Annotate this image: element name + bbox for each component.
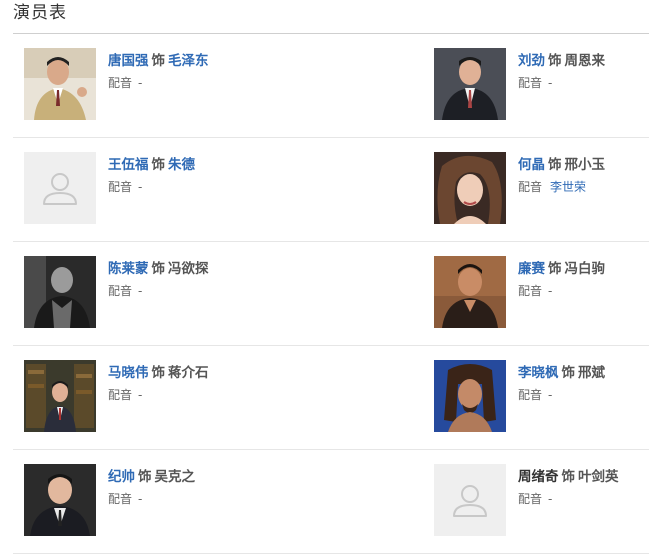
as-label: 饰 (151, 157, 166, 173)
role-name: 吴克之 (154, 469, 196, 485)
as-label: 饰 (548, 157, 562, 173)
actor-name-link[interactable]: 马晓伟 (108, 365, 149, 381)
actor-photo[interactable] (434, 48, 506, 120)
dubbing-actor-link[interactable]: 李世荣 (550, 180, 586, 194)
dubbing-value: - (548, 388, 553, 402)
dubbing-value: - (138, 492, 143, 506)
cast-card: 李晓枫饰邢斌 配音 - (434, 360, 649, 434)
actor-photo[interactable] (24, 464, 96, 536)
cast-grid: 唐国强饰毛泽东 配音 - 刘劲 饰 周恩来 配音 - 王伍福 饰 朱德 配音 -… (13, 34, 649, 554)
actor-name-link[interactable]: 陈莱蒙 (108, 261, 149, 277)
cast-info: 刘劲饰周恩来 配音 - (518, 51, 605, 91)
cast-info: 纪帅饰吴克之 配音 - (108, 467, 195, 507)
actor-name-link[interactable]: 唐国强 (108, 53, 149, 69)
role-name: 蒋介石 (168, 365, 209, 381)
role-name: 冯欲探 (168, 261, 209, 277)
as-label: 饰 (151, 365, 166, 381)
dubbing-value: - (548, 284, 553, 298)
cast-card: 刘劲饰周恩来 配音 - (434, 48, 649, 122)
dubbing-label: 配音 (108, 76, 133, 90)
role-name-link[interactable]: 毛泽东 (168, 53, 209, 69)
actor-name-link[interactable]: 刘劲 (518, 53, 545, 69)
actor-photo[interactable] (434, 256, 506, 328)
actor-name-link[interactable]: 纪帅 (108, 469, 135, 485)
cast-info: 何晶饰邢小玉 配音 李世荣 (518, 155, 605, 195)
actor-name-link[interactable]: 李晓枫 (518, 365, 559, 381)
dubbing-label: 配音 (518, 180, 543, 194)
cast-card: 王伍福饰朱德 配音 - (24, 152, 354, 226)
as-label: 饰 (138, 469, 152, 485)
role-name: 叶剑英 (578, 469, 619, 485)
actor-photo[interactable] (434, 152, 506, 224)
dubbing-label: 配音 (518, 388, 543, 402)
cast-info: 马晓伟饰蒋介石 配音 - (108, 363, 209, 403)
as-label: 饰 (151, 53, 166, 69)
actor-photo[interactable] (24, 256, 96, 328)
cast-card: 纪帅饰吴克之 配音 - (24, 464, 354, 538)
cast-info: 唐国强饰毛泽东 配音 - (108, 51, 209, 91)
cast-card: 廉赛饰冯白驹 配音 - (434, 256, 649, 330)
actor-photo[interactable] (24, 48, 96, 120)
dubbing-label: 配音 (108, 284, 133, 298)
cast-info: 周绪奇饰叶剑英 配音 - (518, 467, 619, 507)
dubbing-label: 配音 (108, 180, 133, 194)
cast-row: 王伍福饰朱德 配音 - 何晶 饰 邢小玉 配音 李世荣 (13, 138, 649, 242)
dubbing-value: - (138, 388, 143, 402)
cast-card: 周绪奇饰叶剑英 配音 - (434, 464, 649, 538)
cast-card: 何晶饰邢小玉 配音 李世荣 (434, 152, 649, 226)
person-placeholder-icon (434, 464, 506, 536)
dubbing-label: 配音 (108, 492, 133, 506)
cast-info: 王伍福饰朱德 配音 - (108, 155, 195, 195)
as-label: 饰 (548, 261, 562, 277)
cast-page: 演员表 唐国强 饰 毛泽东 配音 - 刘劲 饰 周恩来 配音 - 王伍福 饰 朱… (0, 0, 649, 555)
dubbing-label: 配音 (108, 388, 133, 402)
cast-info: 廉赛饰冯白驹 配音 - (518, 259, 605, 299)
as-label: 饰 (548, 53, 562, 69)
cast-card: 唐国强饰毛泽东 配音 - (24, 48, 354, 122)
person-placeholder-icon[interactable] (24, 152, 96, 224)
as-label: 饰 (561, 365, 576, 381)
actor-photo[interactable] (24, 360, 96, 432)
cast-card: 陈莱蒙饰冯欲探 配音 - (24, 256, 354, 330)
section-title: 演员表 (13, 3, 67, 23)
cast-row: 陈莱蒙饰冯欲探 配音 - 廉赛 饰 冯白驹 配音 - (13, 242, 649, 346)
dubbing-value: - (138, 284, 143, 298)
as-label: 饰 (151, 261, 166, 277)
role-name: 冯白驹 (564, 261, 606, 277)
dubbing-label: 配音 (518, 284, 543, 298)
cast-info: 李晓枫饰邢斌 配音 - (518, 363, 605, 403)
actor-name-link[interactable]: 王伍福 (108, 157, 149, 173)
as-label: 饰 (561, 469, 576, 485)
dubbing-value: - (548, 492, 553, 506)
actor-name-link[interactable]: 何晶 (518, 157, 545, 173)
cast-row: 马晓伟饰蒋介石 配音 - 李晓枫 饰 邢斌 配音 - (13, 346, 649, 450)
cast-row: 唐国强饰毛泽东 配音 - 刘劲 饰 周恩来 配音 - (13, 34, 649, 138)
cast-card: 马晓伟饰蒋介石 配音 - (24, 360, 354, 434)
role-name: 邢斌 (578, 365, 605, 381)
role-name: 周恩来 (564, 53, 606, 69)
dubbing-value: - (548, 76, 553, 90)
role-name-link[interactable]: 朱德 (168, 157, 195, 173)
cast-info: 陈莱蒙饰冯欲探 配音 - (108, 259, 209, 299)
dubbing-value: - (138, 180, 143, 194)
dubbing-label: 配音 (518, 492, 543, 506)
cast-row: 纪帅饰吴克之 配音 - 周绪奇饰叶剑英 配音 - (13, 450, 649, 554)
actor-photo[interactable] (434, 360, 506, 432)
dubbing-label: 配音 (518, 76, 543, 90)
actor-name: 周绪奇 (518, 469, 559, 485)
dubbing-value: - (138, 76, 143, 90)
role-name: 邢小玉 (564, 157, 606, 173)
actor-name-link[interactable]: 廉赛 (518, 261, 545, 277)
